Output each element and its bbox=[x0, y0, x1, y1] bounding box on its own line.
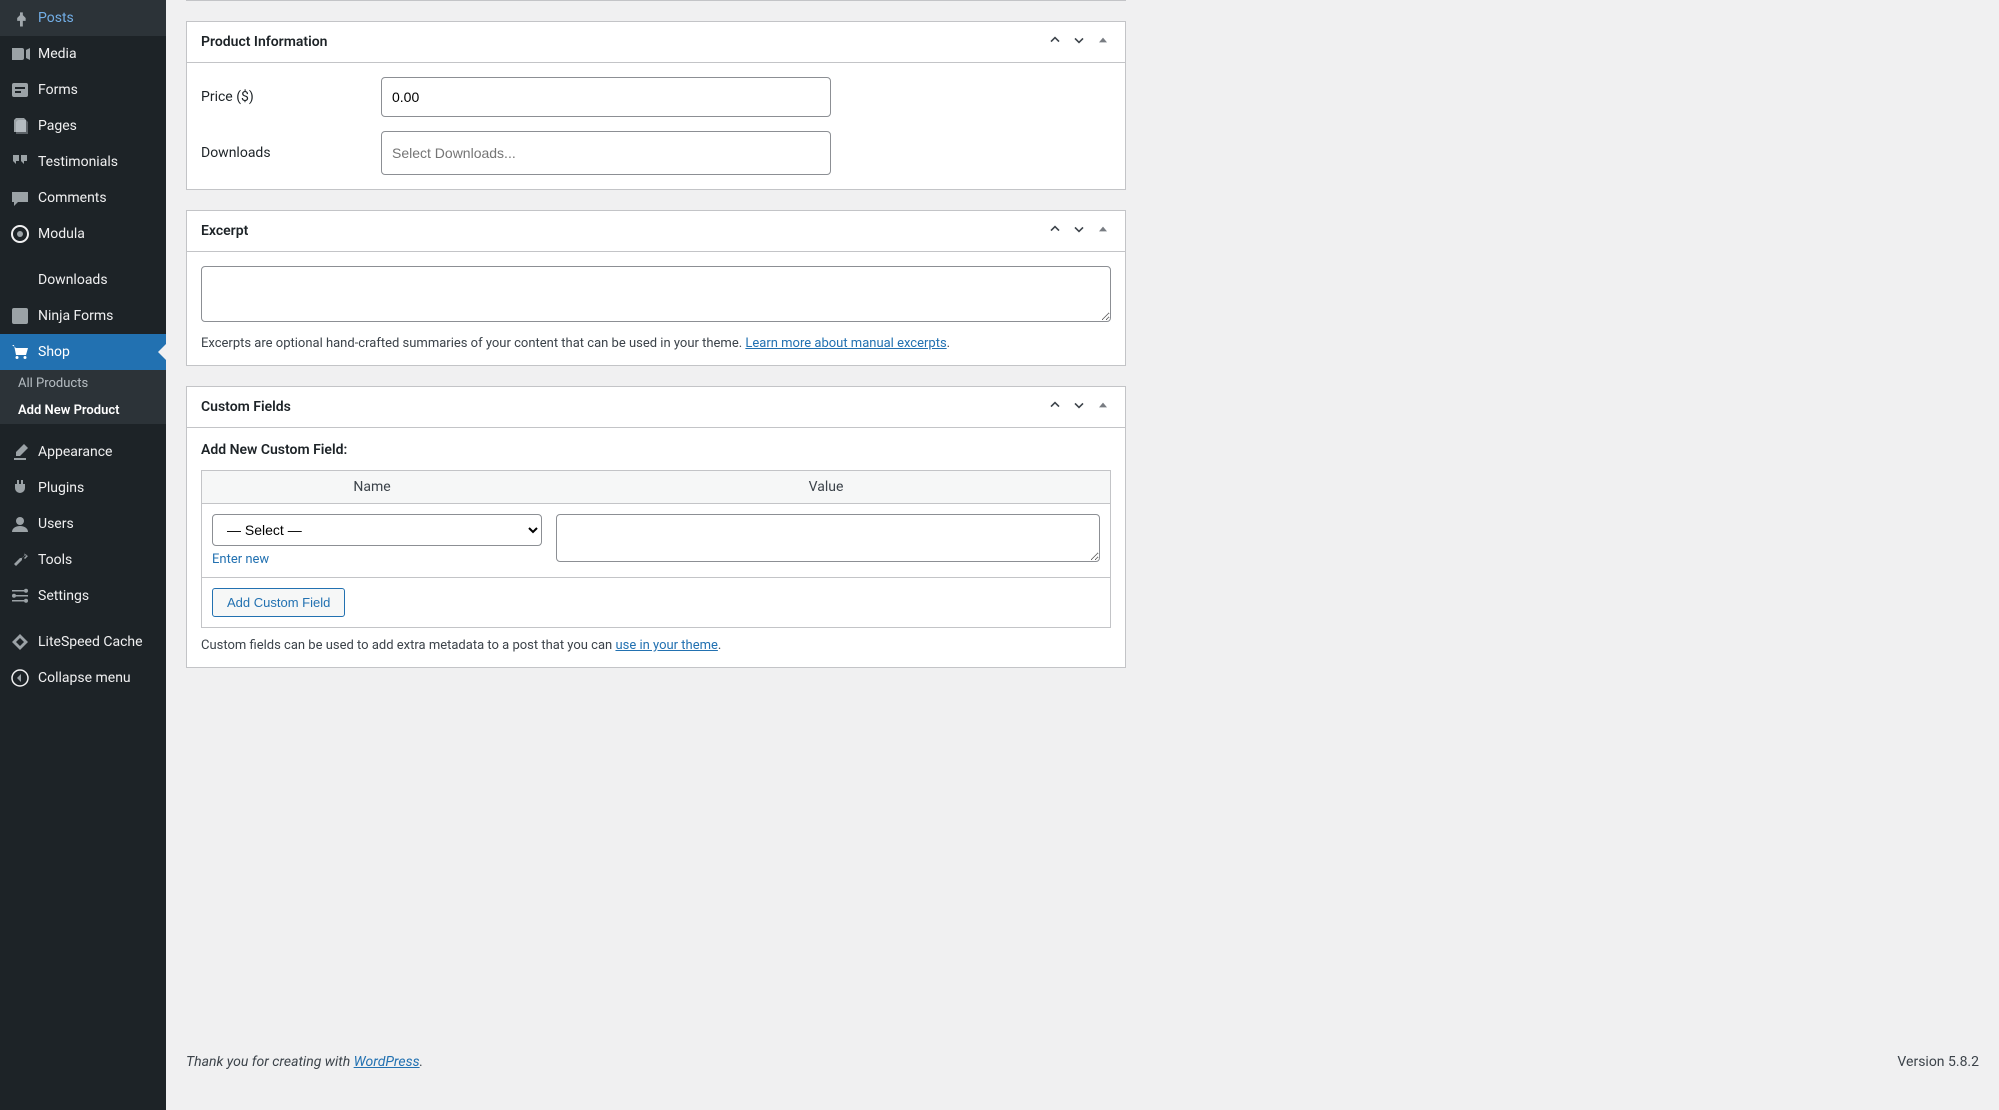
cf-col-name: Name bbox=[202, 471, 542, 503]
sidebar-item-label: Downloads bbox=[38, 272, 108, 288]
sidebar-item-label: Collapse menu bbox=[38, 670, 131, 686]
sidebar-item-plugins[interactable]: Plugins bbox=[0, 470, 166, 506]
cf-help-link[interactable]: use in your theme bbox=[615, 638, 717, 653]
panel-header: Custom Fields bbox=[187, 387, 1125, 428]
move-down-icon[interactable] bbox=[1071, 32, 1087, 52]
move-down-icon[interactable] bbox=[1071, 397, 1087, 417]
user-icon bbox=[10, 514, 30, 534]
move-up-icon[interactable] bbox=[1047, 32, 1063, 52]
brush-icon bbox=[10, 442, 30, 462]
version-label: Version 5.8.2 bbox=[1897, 1054, 1979, 1070]
sidebar-item-label: Posts bbox=[38, 10, 74, 26]
sidebar-item-ninja-forms[interactable]: Ninja Forms bbox=[0, 298, 166, 334]
sidebar-item-label: Users bbox=[38, 516, 74, 532]
sidebar-item-label: Comments bbox=[38, 190, 107, 206]
ninja-icon bbox=[10, 306, 30, 326]
sidebar-item-users[interactable]: Users bbox=[0, 506, 166, 542]
sidebar-item-label: Appearance bbox=[38, 444, 112, 460]
panel-header: Product Information bbox=[187, 22, 1125, 63]
downloads-label: Downloads bbox=[201, 145, 381, 161]
downloads-select[interactable] bbox=[381, 131, 831, 175]
sidebar-item-modula[interactable]: Modula bbox=[0, 216, 166, 252]
media-icon bbox=[10, 44, 30, 64]
panel-title: Excerpt bbox=[201, 223, 248, 239]
sidebar-item-testimonials[interactable]: Testimonials bbox=[0, 144, 166, 180]
sidebar-item-label: LiteSpeed Cache bbox=[38, 634, 143, 650]
panel-product-information: Product Information Price ($) Downloads bbox=[186, 21, 1126, 190]
excerpt-textarea[interactable] bbox=[201, 266, 1111, 322]
sidebar-item-downloads[interactable]: Downloads bbox=[0, 262, 166, 298]
cf-col-value: Value bbox=[542, 471, 1110, 503]
price-label: Price ($) bbox=[201, 89, 381, 105]
custom-field-table: Name Value — Select — Enter new bbox=[201, 470, 1111, 628]
move-up-icon[interactable] bbox=[1047, 221, 1063, 241]
sidebar-item-label: Tools bbox=[38, 552, 72, 568]
sidebar-item-label: Plugins bbox=[38, 480, 84, 496]
sidebar-item-pages[interactable]: Pages bbox=[0, 108, 166, 144]
panel-excerpt: Excerpt Excerpts are optional hand-craft… bbox=[186, 210, 1126, 366]
comments-icon bbox=[10, 188, 30, 208]
litespeed-icon bbox=[10, 632, 30, 652]
admin-sidebar: Posts Media Forms Pages Testimonials Com… bbox=[0, 0, 166, 1110]
sidebar-item-settings[interactable]: Settings bbox=[0, 578, 166, 614]
modula-icon bbox=[10, 224, 30, 244]
sidebar-item-label: Settings bbox=[38, 588, 89, 604]
custom-field-heading: Add New Custom Field: bbox=[201, 442, 1111, 458]
main-content: Product Information Price ($) Downloads bbox=[166, 0, 1999, 1110]
wrench-icon bbox=[10, 550, 30, 570]
sidebar-item-label: Pages bbox=[38, 118, 77, 134]
footer: Thank you for creating with WordPress. V… bbox=[186, 1034, 1979, 1090]
sidebar-item-label: Forms bbox=[38, 82, 78, 98]
sidebar-item-posts[interactable]: Posts bbox=[0, 0, 166, 36]
panel-header: Excerpt bbox=[187, 211, 1125, 252]
panel-title: Custom Fields bbox=[201, 399, 291, 415]
sidebar-item-forms[interactable]: Forms bbox=[0, 72, 166, 108]
download-icon bbox=[10, 270, 30, 290]
gear-icon bbox=[10, 586, 30, 606]
sidebar-item-comments[interactable]: Comments bbox=[0, 180, 166, 216]
cf-help-text: Custom fields can be used to add extra m… bbox=[201, 638, 1111, 653]
sidebar-item-label: Testimonials bbox=[38, 154, 118, 170]
pages-icon bbox=[10, 116, 30, 136]
panel-title: Product Information bbox=[201, 34, 327, 50]
submenu-all-products[interactable]: All Products bbox=[0, 370, 166, 397]
toggle-panel-icon[interactable] bbox=[1095, 32, 1111, 52]
toggle-panel-icon[interactable] bbox=[1095, 397, 1111, 417]
excerpt-help-text: Excerpts are optional hand-crafted summa… bbox=[201, 336, 1111, 351]
wordpress-link[interactable]: WordPress bbox=[354, 1054, 420, 1070]
move-up-icon[interactable] bbox=[1047, 397, 1063, 417]
price-input[interactable] bbox=[381, 77, 831, 117]
pin-icon bbox=[10, 8, 30, 28]
cart-icon bbox=[10, 342, 30, 362]
sidebar-item-litespeed[interactable]: LiteSpeed Cache bbox=[0, 624, 166, 660]
move-down-icon[interactable] bbox=[1071, 221, 1087, 241]
enter-new-link[interactable]: Enter new bbox=[212, 552, 269, 567]
collapse-icon bbox=[10, 668, 30, 688]
forms-icon bbox=[10, 80, 30, 100]
sidebar-item-collapse[interactable]: Collapse menu bbox=[0, 660, 166, 696]
cf-value-textarea[interactable] bbox=[556, 514, 1100, 562]
sidebar-item-shop[interactable]: Shop bbox=[0, 334, 166, 370]
quote-icon bbox=[10, 152, 30, 172]
sidebar-item-label: Ninja Forms bbox=[38, 308, 113, 324]
plug-icon bbox=[10, 478, 30, 498]
panel-custom-fields: Custom Fields Add New Custom Field: Name… bbox=[186, 386, 1126, 668]
cf-name-select[interactable]: — Select — bbox=[212, 514, 542, 546]
sidebar-item-label: Media bbox=[38, 46, 77, 62]
sidebar-item-tools[interactable]: Tools bbox=[0, 542, 166, 578]
sidebar-item-media[interactable]: Media bbox=[0, 36, 166, 72]
sidebar-item-appearance[interactable]: Appearance bbox=[0, 434, 166, 470]
excerpt-help-link[interactable]: Learn more about manual excerpts bbox=[745, 336, 946, 351]
toggle-panel-icon[interactable] bbox=[1095, 221, 1111, 241]
add-custom-field-button[interactable]: Add Custom Field bbox=[212, 588, 345, 617]
sidebar-item-label: Shop bbox=[38, 344, 70, 360]
submenu-add-new-product[interactable]: Add New Product bbox=[0, 397, 166, 424]
sidebar-item-label: Modula bbox=[38, 226, 85, 242]
